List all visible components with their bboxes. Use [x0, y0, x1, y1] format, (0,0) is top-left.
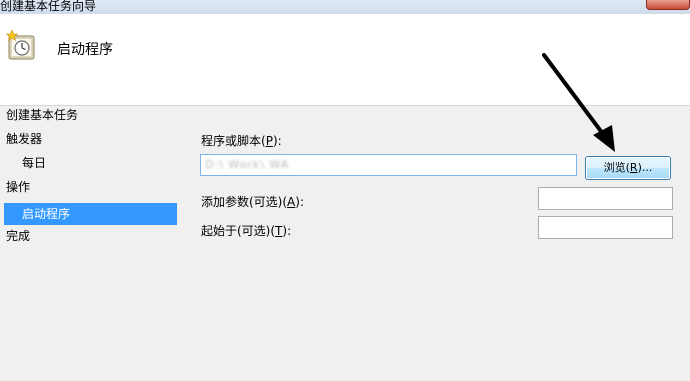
window-title: 创建基本任务向导 — [0, 0, 97, 13]
nav-item-daily[interactable]: 每日 — [22, 152, 46, 174]
page-heading: 启动程序 — [57, 42, 113, 58]
browse-button[interactable]: 浏览(R)... — [585, 156, 671, 180]
window-close-button[interactable] — [646, 0, 690, 10]
arguments-input[interactable] — [538, 187, 673, 210]
program-path-value: D:\ Work\ WA — [205, 158, 290, 171]
task-scheduler-clock-icon — [6, 30, 35, 60]
arguments-label: 添加参数(可选)(A): — [201, 195, 304, 209]
nav-item-start-program[interactable]: 启动程序 — [4, 203, 177, 225]
nav-item-action[interactable]: 操作 — [6, 176, 30, 198]
start-in-label: 起始于(可选)(T): — [201, 224, 292, 238]
window-titlebar: 创建基本任务向导 — [0, 0, 690, 14]
nav-item-trigger[interactable]: 触发器 — [6, 128, 42, 150]
wizard-header: 启动程序 — [0, 14, 690, 106]
wizard-steps-nav: 创建基本任务 触发器 每日 操作 启动程序 完成 — [0, 106, 180, 381]
program-script-input[interactable]: D:\ Work\ WA — [200, 154, 577, 176]
nav-item-create-basic-task[interactable]: 创建基本任务 — [6, 104, 78, 126]
start-in-input[interactable] — [538, 216, 673, 239]
program-script-label: 程序或脚本(P): — [201, 134, 282, 148]
nav-item-finish[interactable]: 完成 — [6, 225, 30, 247]
